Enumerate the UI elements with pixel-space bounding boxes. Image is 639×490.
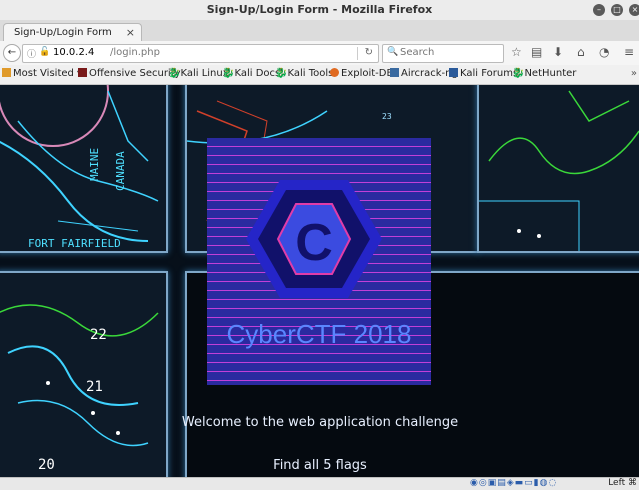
- kali-icon: 🐉: [512, 68, 525, 79]
- bookmark-exploit-db[interactable]: Exploit-DB: [330, 68, 393, 79]
- navigation-bar: ← ⓘ 🔓 10.0.2.4 /login.php ↻ 🔍 ☆ ▤ ⬇ ⌂ ◔ …: [0, 41, 639, 66]
- maximize-icon[interactable]: □: [611, 4, 623, 16]
- search-input[interactable]: [400, 46, 498, 59]
- ctf-hexagon-logo: C: [246, 180, 382, 298]
- keyboard-indicator: Left ⌘: [608, 478, 637, 488]
- bookmark-kali-linux[interactable]: 🐉Kali Linux: [168, 68, 229, 79]
- insecure-lock-icon[interactable]: 🔓: [39, 47, 50, 57]
- search-icon: 🔍: [387, 47, 399, 57]
- map-northeast-image: [479, 90, 639, 251]
- c-letter-icon: C: [295, 214, 333, 272]
- svg-text:FORT FAIRFIELD: FORT FAIRFIELD: [28, 237, 121, 250]
- reload-icon[interactable]: ↻: [365, 47, 373, 58]
- bookmark-kali-forums[interactable]: Kali Forums: [449, 68, 518, 79]
- page-content: MAINE CANADA FORT FAIRFIELD 23 22 21 20 …: [0, 85, 639, 477]
- tab-bar: Sign-Up/Login Form × +: [0, 20, 639, 59]
- folder-icon: [2, 68, 11, 77]
- tray-icons: ◉◎▣▤◈▬▭▮◍◌: [470, 478, 558, 488]
- info-icon[interactable]: ⓘ: [27, 47, 36, 60]
- svg-text:23: 23: [382, 112, 392, 121]
- url-host: 10.0.2.4: [53, 47, 95, 58]
- kali-icon: 🐉: [168, 68, 181, 79]
- minimize-icon[interactable]: –: [593, 4, 605, 16]
- offsec-icon: [78, 68, 87, 77]
- aircrack-icon: [390, 68, 399, 77]
- url-bar[interactable]: ⓘ 🔓 10.0.2.4 /login.php ↻: [22, 44, 379, 63]
- search-box[interactable]: 🔍: [382, 44, 504, 63]
- map-panel-greatlakes: 22 21 20: [0, 271, 168, 477]
- tab-login-form[interactable]: Sign-Up/Login Form ×: [3, 23, 142, 42]
- star-icon[interactable]: ☆: [511, 45, 522, 59]
- ctf-logo-text: CyberCTF 2018: [226, 319, 412, 349]
- tab-label: Sign-Up/Login Form: [14, 27, 112, 38]
- window-title: Sign-Up/Login Form - Mozilla Firefox: [206, 3, 433, 16]
- flags-text: Find all 5 flags: [273, 458, 367, 473]
- kali-icon: 🐉: [275, 68, 288, 79]
- tab-close-icon[interactable]: ×: [126, 26, 135, 39]
- menu-icon[interactable]: ≡: [624, 45, 634, 59]
- svg-text:21: 21: [86, 379, 103, 395]
- system-tray: ◉◎▣▤◈▬▭▮◍◌ Left ⌘: [0, 477, 639, 490]
- library-icon[interactable]: ▤: [531, 45, 542, 59]
- bookmarks-overflow-icon[interactable]: »: [631, 68, 637, 79]
- bookmark-offensive-security[interactable]: Offensive Security: [78, 68, 181, 79]
- map-panel-maine: MAINE CANADA FORT FAIRFIELD: [0, 85, 168, 253]
- bookmark-kali-tools[interactable]: 🐉Kali Tools: [275, 68, 333, 79]
- exploitdb-icon: [330, 68, 339, 77]
- back-button[interactable]: ←: [3, 44, 21, 62]
- pocket-icon[interactable]: ◔: [599, 45, 609, 59]
- close-window-icon[interactable]: ×: [629, 4, 639, 16]
- bookmark-kali-docs[interactable]: 🐉Kali Docs: [222, 68, 280, 79]
- bookmarks-toolbar: Most Visited ▾ Offensive Security 🐉Kali …: [0, 65, 639, 85]
- bookmark-nethunter[interactable]: 🐉NetHunter: [512, 68, 576, 79]
- map-panel-northeast: [477, 85, 639, 253]
- map-maine-image: MAINE CANADA FORT FAIRFIELD: [0, 85, 159, 250]
- forums-icon: [449, 68, 458, 77]
- svg-text:MAINE: MAINE: [88, 148, 101, 181]
- home-icon[interactable]: ⌂: [577, 45, 585, 59]
- svg-text:20: 20: [38, 457, 55, 473]
- ctf-logo-card: C CyberCTF 2018: [207, 138, 431, 385]
- kali-icon: 🐉: [222, 68, 235, 79]
- svg-text:CANADA: CANADA: [114, 151, 127, 191]
- welcome-text: Welcome to the web application challenge: [181, 415, 459, 430]
- bookmark-most-visited[interactable]: Most Visited ▾: [2, 68, 82, 79]
- map-greatlakes-image: 22 21 20: [0, 304, 159, 473]
- bookmark-aircrack-ng[interactable]: Aircrack-ng: [390, 68, 458, 79]
- url-divider: [357, 47, 358, 60]
- url-path: /login.php: [110, 47, 160, 58]
- window-titlebar: Sign-Up/Login Form - Mozilla Firefox – □…: [0, 0, 639, 21]
- svg-text:22: 22: [90, 327, 107, 343]
- download-icon[interactable]: ⬇: [553, 45, 563, 59]
